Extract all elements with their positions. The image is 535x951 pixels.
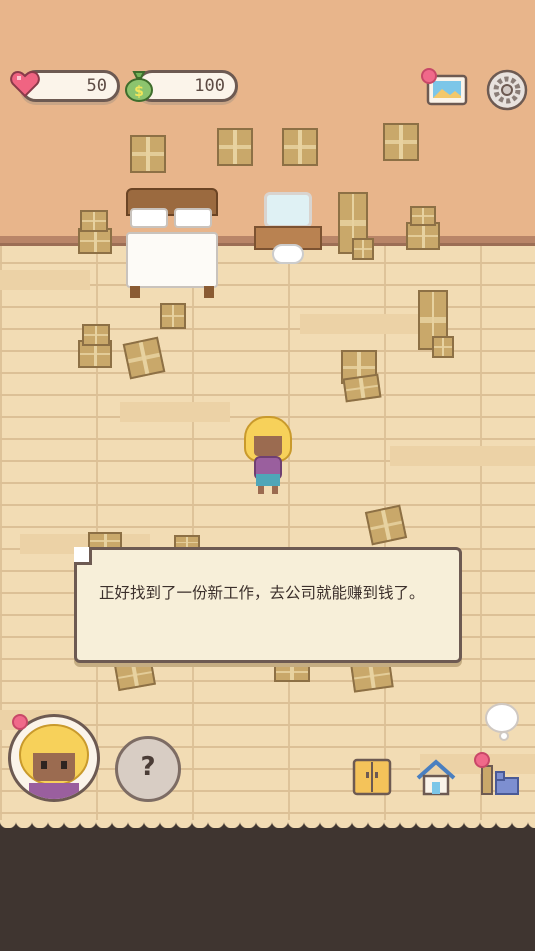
house-icon (416, 759, 456, 796)
settings-button[interactable] (485, 68, 529, 112)
cardboard-box (82, 324, 110, 346)
heart-icon (10, 70, 40, 98)
game-scene (0, 0, 535, 951)
dialog-box[interactable]: 正好找到了一份新工作，去公司就能赚到钱了。 (74, 547, 462, 663)
cardboard-box (352, 238, 374, 260)
notification-dot (12, 714, 28, 730)
home-button[interactable] (414, 756, 458, 800)
notification-dot (421, 68, 437, 84)
cardboard-box (80, 210, 108, 232)
vanity-desk[interactable] (254, 192, 324, 272)
money-value: 100 (194, 76, 225, 96)
question-mark-icon: ? (140, 752, 156, 782)
cardboard-box (160, 303, 186, 329)
cardboard-box (282, 128, 318, 166)
cardboard-box (410, 206, 436, 226)
bed[interactable] (124, 188, 220, 300)
bottom-panel (0, 828, 535, 951)
thought-bubble-icon[interactable] (482, 700, 522, 742)
cardboard-box (274, 662, 310, 682)
cardboard-box (217, 128, 253, 166)
character-portrait-icon (19, 724, 89, 799)
money-bag-icon: $ (125, 71, 153, 102)
dialog-corner-fold (74, 547, 92, 565)
cardboard-box (406, 222, 440, 250)
cardboard-box (122, 336, 166, 380)
svg-text:$: $ (134, 84, 144, 100)
gear-icon (486, 69, 528, 111)
cardboard-box (383, 123, 419, 161)
wardrobe-button[interactable] (350, 756, 394, 800)
health-value: 50 (86, 76, 107, 96)
cardboard-box (342, 373, 382, 403)
wardrobe-icon (352, 758, 392, 796)
notification-dot (474, 752, 490, 768)
cardboard-box (350, 659, 394, 693)
cardboard-box (432, 336, 454, 358)
help-button[interactable]: ? (115, 736, 181, 802)
cardboard-box (130, 135, 166, 173)
player-character[interactable] (242, 416, 294, 496)
dialog-text: 正好找到了一份新工作，去公司就能赚到钱了。 (99, 584, 425, 602)
